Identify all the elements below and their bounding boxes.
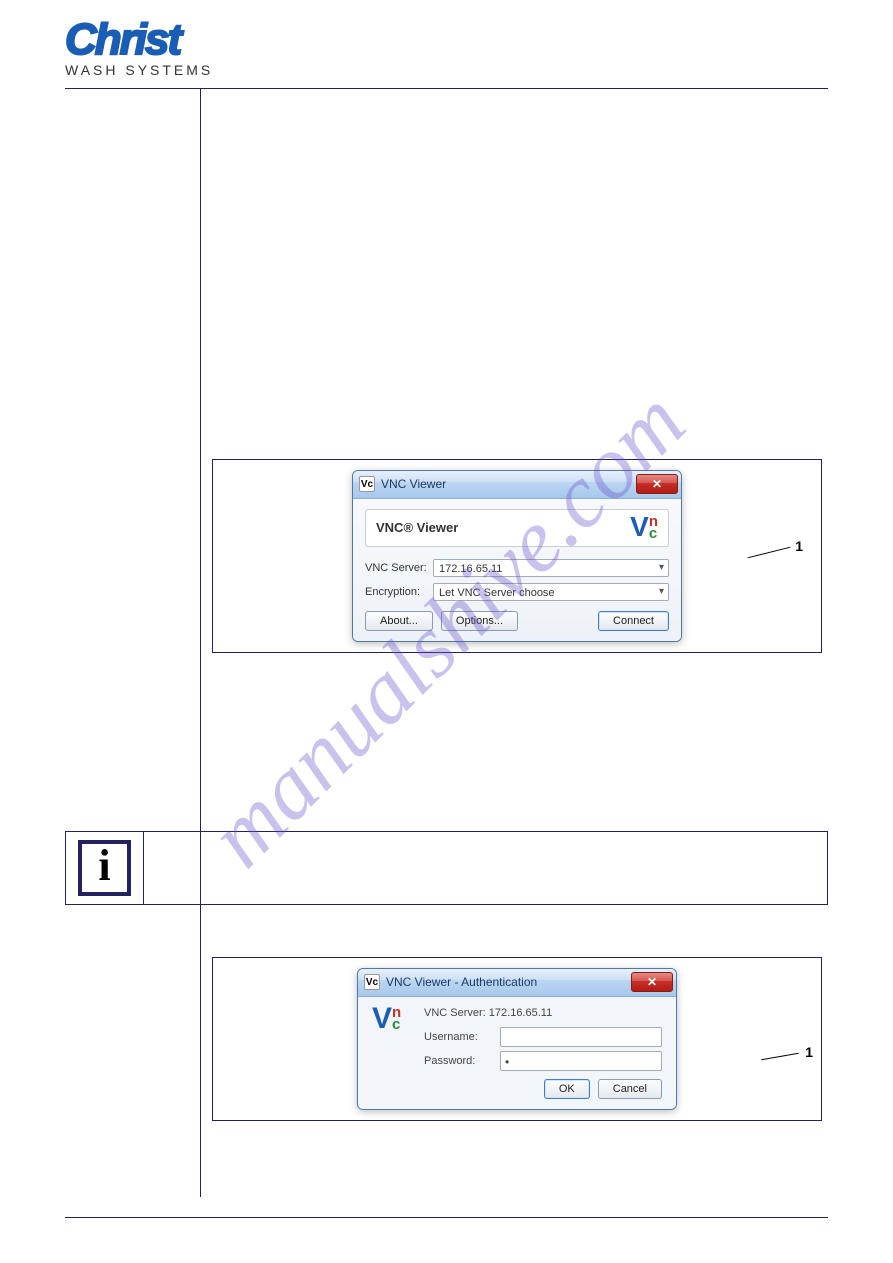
brand-tagline: WASH SYSTEMS bbox=[65, 62, 213, 78]
left-column bbox=[65, 917, 200, 1197]
info-icon-cell: i bbox=[66, 831, 144, 904]
options-button[interactable]: Options... bbox=[441, 611, 518, 631]
right-column: Vc VNC Viewer - Authentication ✕ Vnc VNC… bbox=[200, 917, 828, 1197]
callout-line-1 bbox=[748, 546, 791, 558]
spacer bbox=[206, 917, 828, 947]
spacer bbox=[206, 89, 828, 449]
brand-name: Christ bbox=[65, 20, 213, 60]
server-input[interactable]: 172.16.65.11 bbox=[433, 559, 669, 577]
button-row: About... Options... Connect bbox=[365, 611, 669, 631]
server-row: VNC Server: 172.16.65.11 bbox=[365, 559, 669, 577]
info-box: i bbox=[65, 831, 828, 905]
vertical-rule bbox=[200, 917, 201, 1197]
auth-body: Vnc VNC Server: 172.16.65.11 Username: P… bbox=[358, 997, 676, 1109]
vnc-connect-dialog: Vc VNC Viewer ✕ VNC® Viewer Vnc VNC Serv… bbox=[352, 470, 682, 642]
window-title: VNC Viewer - Authentication bbox=[386, 975, 631, 989]
password-input[interactable]: • bbox=[500, 1051, 662, 1071]
username-label: Username: bbox=[424, 1031, 494, 1043]
info-text-cell bbox=[144, 831, 828, 904]
vnc-app-icon: Vc bbox=[364, 974, 380, 990]
callout-line-2 bbox=[761, 1052, 799, 1060]
ok-button[interactable]: OK bbox=[544, 1079, 590, 1099]
page: Christ WASH SYSTEMS Vc VNC Viewer ✕ bbox=[0, 0, 893, 1258]
auth-grid: Vnc VNC Server: 172.16.65.11 Username: P… bbox=[372, 1007, 662, 1071]
dialog-body: VNC® Viewer Vnc VNC Server: 172.16.65.11… bbox=[353, 499, 681, 641]
close-icon: ✕ bbox=[652, 477, 662, 491]
callout-number-2: 1 bbox=[805, 1044, 813, 1060]
about-button[interactable]: About... bbox=[365, 611, 433, 631]
encryption-select[interactable]: Let VNC Server choose bbox=[433, 583, 669, 601]
brand-logo: Christ WASH SYSTEMS bbox=[65, 20, 213, 78]
password-label: Password: bbox=[424, 1055, 494, 1067]
auth-button-row: OK Cancel bbox=[372, 1079, 662, 1099]
titlebar[interactable]: Vc VNC Viewer - Authentication ✕ bbox=[358, 969, 676, 997]
vnc-app-icon: Vc bbox=[359, 476, 375, 492]
encryption-label: Encryption: bbox=[365, 586, 433, 598]
page-header: Christ WASH SYSTEMS bbox=[65, 20, 828, 80]
dialog-heading: VNC® Viewer bbox=[376, 520, 458, 535]
window-title: VNC Viewer bbox=[381, 477, 636, 491]
username-input[interactable] bbox=[500, 1027, 662, 1047]
close-button[interactable]: ✕ bbox=[636, 474, 678, 494]
close-icon: ✕ bbox=[647, 975, 657, 989]
vnc-logo-icon: Vnc bbox=[630, 516, 658, 540]
vnc-brand-row: VNC® Viewer Vnc bbox=[365, 509, 669, 547]
titlebar[interactable]: Vc VNC Viewer ✕ bbox=[353, 471, 681, 499]
screenshot-vnc-auth: Vc VNC Viewer - Authentication ✕ Vnc VNC… bbox=[212, 957, 822, 1121]
screenshot-vnc-connect: Vc VNC Viewer ✕ VNC® Viewer Vnc VNC Serv… bbox=[212, 459, 822, 653]
server-label: VNC Server: bbox=[365, 562, 433, 574]
close-button[interactable]: ✕ bbox=[631, 972, 673, 992]
vnc-logo-icon: Vnc bbox=[372, 1007, 418, 1031]
cancel-button[interactable]: Cancel bbox=[598, 1079, 662, 1099]
vnc-auth-dialog: Vc VNC Viewer - Authentication ✕ Vnc VNC… bbox=[357, 968, 677, 1110]
encryption-row: Encryption: Let VNC Server choose bbox=[365, 583, 669, 601]
footer-rule bbox=[65, 1217, 828, 1218]
content-area-2: Vc VNC Viewer - Authentication ✕ Vnc VNC… bbox=[65, 917, 828, 1197]
callout-number-1: 1 bbox=[795, 538, 803, 554]
info-icon: i bbox=[78, 840, 130, 896]
auth-server-label: VNC Server: 172.16.65.11 bbox=[424, 1007, 662, 1019]
spacer bbox=[206, 663, 828, 703]
connect-button[interactable]: Connect bbox=[598, 611, 669, 631]
